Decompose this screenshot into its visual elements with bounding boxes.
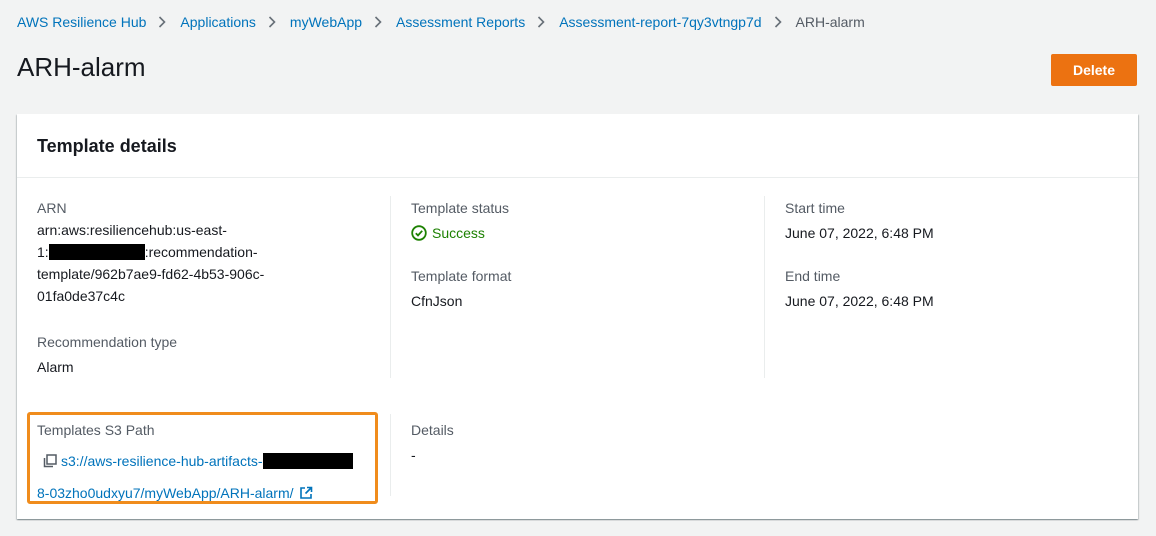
arn-line-1: arn:aws:resiliencehub:us-east- bbox=[37, 222, 227, 238]
s3-path-line-1: s3://aws-resilience-hub-artifacts- bbox=[37, 446, 372, 478]
arn-line-2-suffix: :recommendation- bbox=[144, 244, 258, 260]
s3-path-link[interactable]: s3://aws-resilience-hub-artifacts- 8-03z… bbox=[37, 446, 372, 510]
s3-path-text-1: s3://aws-resilience-hub-artifacts- bbox=[61, 453, 263, 469]
chevron-right-icon bbox=[774, 16, 784, 28]
breadcrumb-resilience-hub[interactable]: AWS Resilience Hub bbox=[17, 14, 146, 30]
template-status-label: Template status bbox=[411, 200, 510, 216]
recommendation-type-value: Alarm bbox=[37, 359, 74, 375]
column-divider bbox=[764, 196, 765, 378]
chevron-right-icon bbox=[537, 16, 547, 28]
details-label: Details bbox=[411, 422, 454, 438]
s3-path-text-2: 8-03zho0udxyu7/myWebApp/ARH-alarm/ bbox=[37, 485, 294, 501]
arn-line-2: 1: :recommendation- bbox=[37, 241, 367, 263]
s3-path-label: Templates S3 Path bbox=[37, 422, 155, 438]
panel-header: Template details bbox=[17, 114, 1138, 178]
arn-line-4: 01fa0de37c4c bbox=[37, 288, 125, 304]
start-time-label: Start time bbox=[785, 200, 845, 216]
arn-line-2-prefix: 1: bbox=[37, 244, 49, 260]
arn-line-3: template/962b7ae9-fd62-4b53-906c- bbox=[37, 266, 265, 282]
column-divider bbox=[390, 196, 391, 378]
status-badge: Success bbox=[411, 225, 485, 241]
chevron-right-icon bbox=[158, 16, 168, 28]
breadcrumb-applications[interactable]: Applications bbox=[180, 14, 256, 30]
page-title: ARH-alarm bbox=[17, 52, 146, 82]
breadcrumb: AWS Resilience Hub Applications myWebApp… bbox=[17, 12, 865, 32]
redacted-account-id bbox=[48, 244, 145, 260]
column-divider bbox=[390, 414, 391, 496]
panel-title: Template details bbox=[37, 136, 177, 156]
redacted-bucket-suffix bbox=[262, 453, 353, 469]
chevron-right-icon bbox=[374, 16, 384, 28]
breadcrumb-current: ARH-alarm bbox=[795, 14, 865, 30]
details-value: - bbox=[411, 447, 416, 463]
end-time-value: June 07, 2022, 6:48 PM bbox=[785, 293, 934, 309]
chevron-right-icon bbox=[268, 16, 278, 28]
arn-label: ARN bbox=[37, 200, 67, 216]
arn-value: arn:aws:resiliencehub:us-east- 1: :recomm… bbox=[37, 219, 367, 307]
breadcrumb-assessment-reports[interactable]: Assessment Reports bbox=[396, 14, 525, 30]
delete-button[interactable]: Delete bbox=[1051, 54, 1137, 86]
copy-icon[interactable] bbox=[43, 448, 57, 478]
external-link-icon[interactable] bbox=[299, 480, 313, 510]
s3-path-line-2: 8-03zho0udxyu7/myWebApp/ARH-alarm/ bbox=[37, 478, 372, 510]
template-format-value: CfnJson bbox=[411, 293, 463, 309]
breadcrumb-assessment-report[interactable]: Assessment-report-7qy3vtngp7d bbox=[559, 14, 761, 30]
recommendation-type-label: Recommendation type bbox=[37, 334, 178, 350]
template-format-label: Template format bbox=[411, 268, 512, 284]
check-circle-icon bbox=[411, 225, 427, 241]
breadcrumb-mywebapp[interactable]: myWebApp bbox=[290, 14, 362, 30]
start-time-value: June 07, 2022, 6:48 PM bbox=[785, 225, 934, 241]
end-time-label: End time bbox=[785, 268, 841, 284]
template-status-value: Success bbox=[432, 225, 485, 241]
